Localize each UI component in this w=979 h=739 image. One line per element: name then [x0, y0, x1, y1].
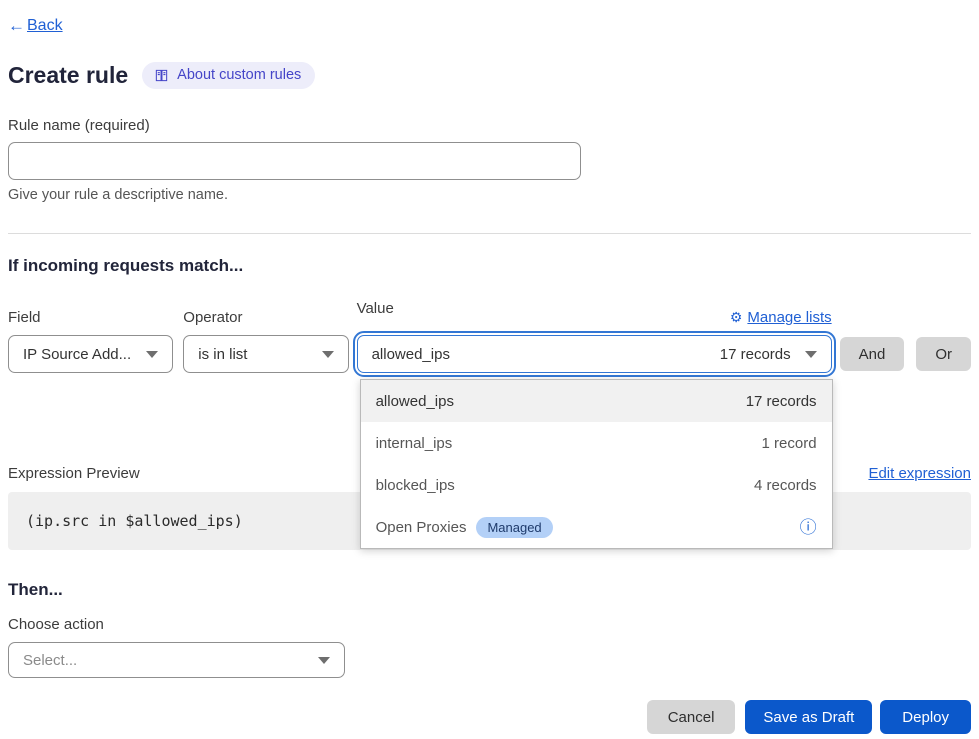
dropdown-item-internal-ips[interactable]: internal_ips 1 record — [361, 422, 832, 464]
back-link-label: Back — [27, 17, 63, 35]
dropdown-item-open-proxies[interactable]: Open Proxies Managed ⓘ — [361, 506, 832, 548]
value-select-value: allowed_ips — [372, 346, 720, 363]
match-section-title: If incoming requests match... — [8, 256, 971, 276]
expression-code: (ip.src in $allowed_ips) — [26, 512, 243, 530]
section-divider — [8, 233, 971, 234]
save-as-draft-button[interactable]: Save as Draft — [745, 700, 872, 734]
or-button[interactable]: Or — [916, 337, 971, 371]
field-label: Field — [8, 309, 173, 326]
operator-label: Operator — [183, 309, 348, 326]
value-dropdown-panel: allowed_ips 17 records internal_ips 1 re… — [360, 379, 833, 549]
choose-action-placeholder: Select... — [23, 652, 308, 669]
list-record-count: 1 record — [762, 435, 817, 452]
dropdown-item-allowed-ips[interactable]: allowed_ips 17 records — [361, 380, 832, 422]
footer-actions: Cancel Save as Draft Deploy — [8, 700, 971, 734]
cancel-button[interactable]: Cancel — [647, 700, 736, 734]
back-arrow-icon: ← — [8, 16, 25, 36]
condition-row: Field IP Source Add... Operator is in li… — [8, 300, 971, 373]
about-custom-rules-link[interactable]: About custom rules — [142, 62, 315, 89]
edit-expression-link[interactable]: Edit expression — [868, 465, 971, 482]
value-select[interactable]: allowed_ips 17 records — [357, 335, 832, 373]
chevron-down-icon — [318, 657, 330, 664]
list-name: allowed_ips — [376, 393, 454, 410]
list-record-count: 17 records — [746, 393, 817, 410]
value-select-meta: 17 records — [720, 346, 791, 363]
back-link[interactable]: ←Back — [8, 16, 63, 36]
rule-name-label: Rule name (required) — [8, 117, 971, 134]
choose-action-select[interactable]: Select... — [8, 642, 345, 678]
choose-action-label: Choose action — [8, 616, 971, 633]
chevron-down-icon — [805, 351, 817, 358]
page-header: Create rule About custom rules — [8, 62, 971, 89]
managed-badge: Managed — [476, 517, 552, 538]
manage-lists-label: Manage lists — [747, 309, 831, 326]
andor-group: And Or — [840, 337, 971, 371]
chevron-down-icon — [322, 351, 334, 358]
field-select[interactable]: IP Source Add... — [8, 335, 173, 373]
about-custom-rules-label: About custom rules — [177, 67, 301, 83]
book-icon — [154, 68, 169, 83]
page-title: Create rule — [8, 62, 128, 89]
operator-select[interactable]: is in list — [183, 335, 348, 373]
list-name: blocked_ips — [376, 477, 455, 494]
expression-preview-label: Expression Preview — [8, 465, 140, 482]
gear-icon: ⚙ — [730, 309, 743, 326]
and-button[interactable]: And — [840, 337, 905, 371]
list-name: Open Proxies — [376, 519, 467, 536]
deploy-button[interactable]: Deploy — [880, 700, 971, 734]
chevron-down-icon — [146, 351, 158, 358]
dropdown-item-blocked-ips[interactable]: blocked_ips 4 records — [361, 464, 832, 506]
value-label: Value — [357, 300, 394, 317]
info-icon[interactable]: ⓘ — [800, 519, 817, 536]
field-select-value: IP Source Add... — [23, 346, 136, 363]
rule-name-helper-text: Give your rule a descriptive name. — [8, 187, 971, 203]
list-name: internal_ips — [376, 435, 453, 452]
then-section-title: Then... — [8, 580, 971, 600]
operator-select-value: is in list — [198, 346, 311, 363]
list-record-count: 4 records — [754, 477, 817, 494]
manage-lists-link[interactable]: ⚙ Manage lists — [730, 309, 832, 326]
rule-name-input[interactable] — [8, 142, 581, 180]
